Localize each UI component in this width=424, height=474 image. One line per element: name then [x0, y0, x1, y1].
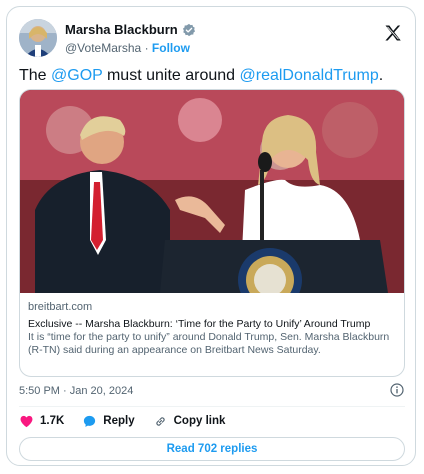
- copy-link-label: Copy link: [173, 415, 226, 427]
- mention-gop-link[interactable]: @GOP: [51, 67, 103, 84]
- heart-icon: [20, 415, 33, 427]
- link-description: It is “time for the party to unify” arou…: [28, 331, 390, 356]
- reply-button[interactable]: Reply: [82, 414, 135, 429]
- link-domain: breitbart.com: [28, 301, 93, 313]
- like-count: 1.7K: [40, 415, 65, 427]
- link-icon: [155, 416, 165, 426]
- tweet-card: Marsha Blackburn @VoteMarsha · Follow Th…: [6, 6, 416, 466]
- follow-button[interactable]: Follow: [152, 41, 190, 55]
- verified-badge-icon: [182, 23, 195, 36]
- action-bar: 1.7K Reply Copy link: [19, 411, 243, 431]
- author-name[interactable]: Marsha Blackburn: [65, 22, 178, 37]
- avatar-image: [19, 19, 57, 57]
- info-icon[interactable]: [389, 382, 405, 398]
- link-title[interactable]: Exclusive -- Marsha Blackburn: ‘Time for…: [28, 318, 398, 331]
- like-button[interactable]: 1.7K: [19, 414, 64, 429]
- author-handle-row: @VoteMarsha · Follow: [65, 41, 190, 55]
- tweet-text-end: .: [378, 67, 384, 84]
- copy-link-button[interactable]: Copy link: [153, 414, 226, 429]
- tweet-timestamp[interactable]: 5:50 PM · Jan 20, 2024: [19, 385, 133, 397]
- reply-label: Reply: [103, 415, 135, 427]
- link-preview-card[interactable]: breitbart.com Exclusive -- Marsha Blackb…: [19, 89, 405, 377]
- link-preview-meta: breitbart.com Exclusive -- Marsha Blackb…: [28, 301, 398, 357]
- x-logo-icon[interactable]: [383, 23, 403, 43]
- author-handle[interactable]: @VoteMarsha: [65, 41, 141, 55]
- handle-separator: ·: [144, 41, 149, 55]
- mention-trump-link[interactable]: @realDonaldTrump: [240, 67, 379, 84]
- tweet-text-middle: must unite around: [102, 67, 240, 84]
- read-replies-button[interactable]: Read 702 replies: [19, 437, 405, 461]
- avatar[interactable]: [19, 19, 57, 57]
- link-preview-image: [20, 90, 404, 293]
- divider: [19, 406, 405, 407]
- author-name-row: Marsha Blackburn: [65, 22, 196, 37]
- tweet-header: Marsha Blackburn @VoteMarsha · Follow: [19, 17, 405, 61]
- reply-bubble-icon: [84, 415, 96, 427]
- tweet-text: The @GOP must unite around @realDonaldTr…: [19, 65, 383, 87]
- tweet-text-start: The: [19, 67, 52, 84]
